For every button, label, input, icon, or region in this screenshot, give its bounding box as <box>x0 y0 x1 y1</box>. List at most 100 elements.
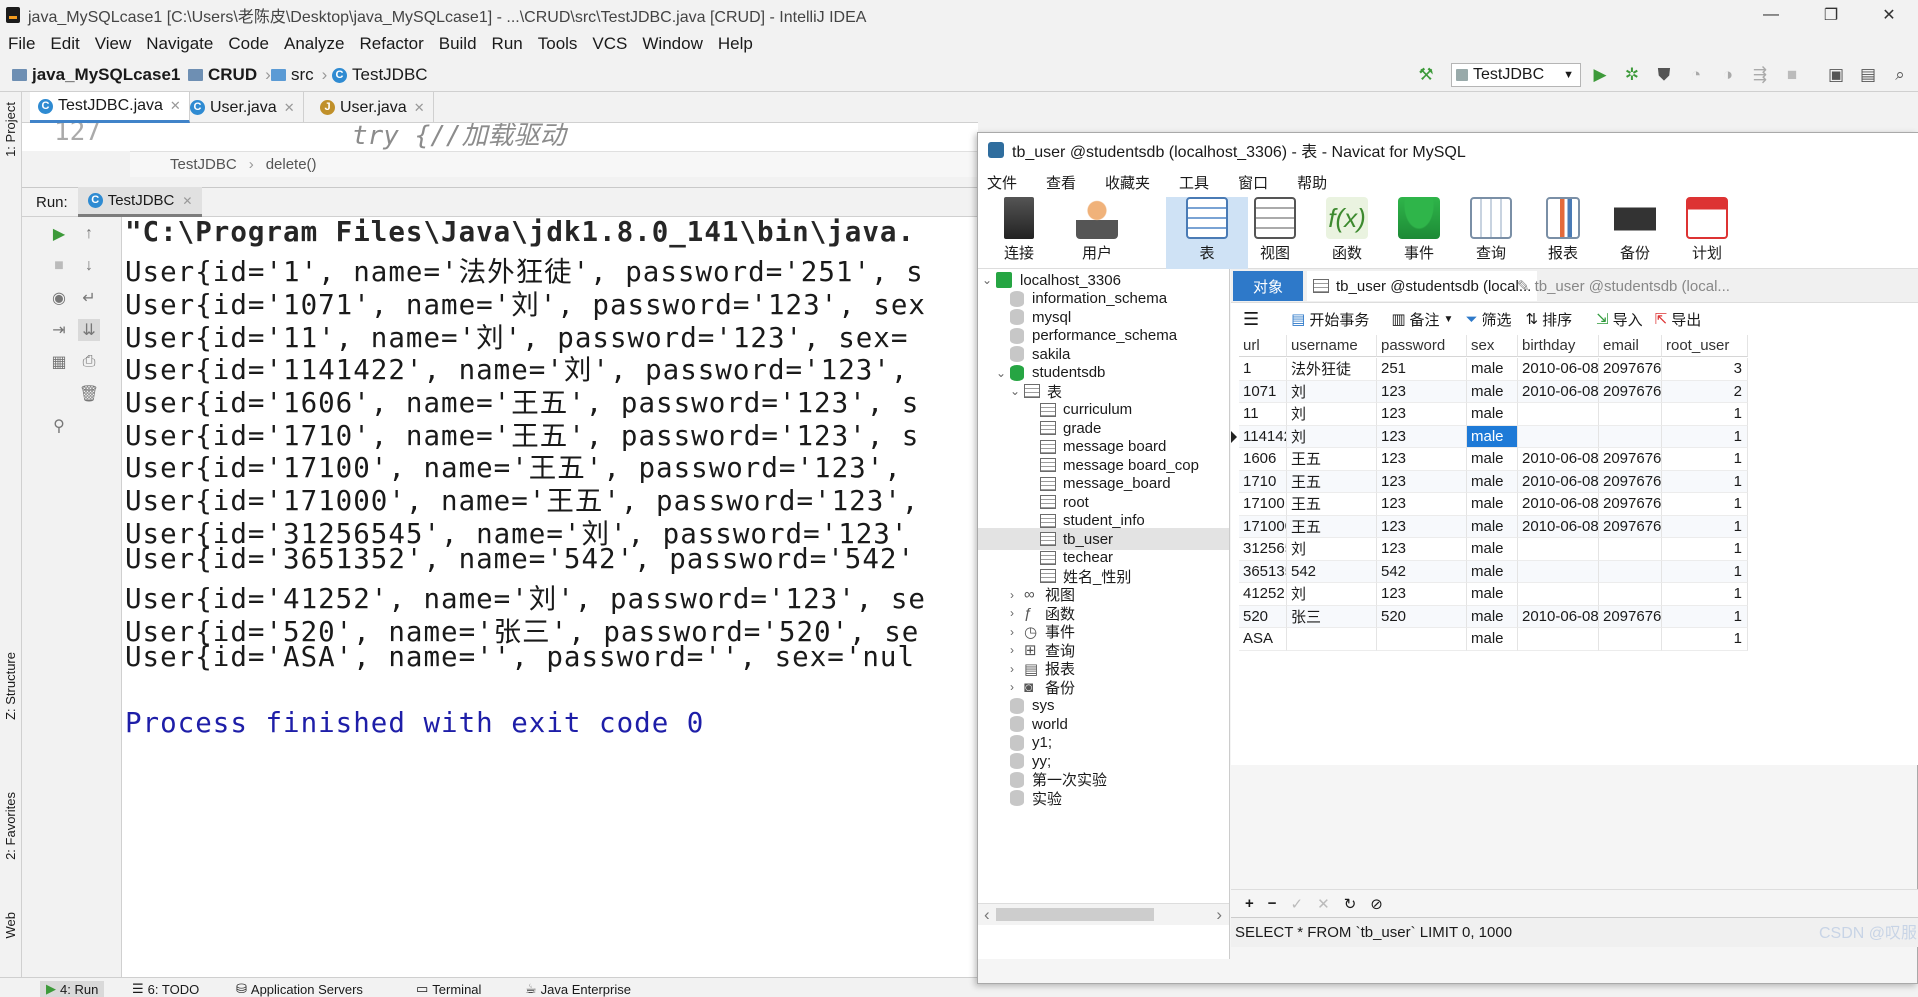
menu-file[interactable]: File <box>8 34 35 54</box>
grid-cell[interactable]: male <box>1467 515 1518 538</box>
grid-cell[interactable]: 1710 <box>1239 470 1287 493</box>
grid-cell[interactable] <box>1599 425 1662 448</box>
grid-cell[interactable]: 520 <box>1377 605 1467 628</box>
grid-cell[interactable]: 王五 <box>1287 493 1377 516</box>
restore-button[interactable]: ❐ <box>1808 0 1854 29</box>
wrap-icon[interactable]: ↵ <box>78 287 100 309</box>
grid-cell[interactable]: male <box>1467 358 1518 381</box>
tab-tb-user[interactable]: tb_user @studentsdb (local... <box>1307 271 1538 301</box>
grid-cell[interactable] <box>1599 628 1662 651</box>
web-tool-tab[interactable]: Web <box>3 912 18 939</box>
begin-transaction-button[interactable]: ▤ 开始事务 <box>1291 309 1369 330</box>
column-header[interactable]: birthday <box>1518 335 1599 357</box>
events-button[interactable]: 事件 <box>1378 197 1460 269</box>
apply-button[interactable]: ✓ <box>1291 895 1304 913</box>
grid-cell[interactable]: male <box>1467 448 1518 471</box>
login-icon[interactable]: ⇥ <box>48 319 70 341</box>
search-icon[interactable]: ⌕ <box>1890 65 1910 85</box>
menu-favorites[interactable]: 收藏夹 <box>1105 172 1150 193</box>
grid-cell[interactable] <box>1518 403 1599 426</box>
menu-view[interactable]: 查看 <box>1046 172 1076 193</box>
grid-cell[interactable] <box>1599 403 1662 426</box>
tab-testjdbc[interactable]: C TestJDBC.java ✕ <box>30 92 190 123</box>
build-hammer-icon[interactable]: ⚒ <box>1416 65 1436 85</box>
rerun-icon[interactable]: ▶ <box>48 223 70 245</box>
grid-cell[interactable]: male <box>1467 538 1518 561</box>
grid-cell[interactable]: 1 <box>1662 628 1748 651</box>
close-button[interactable]: ✕ <box>1866 0 1912 29</box>
frame-icon[interactable]: ▤ <box>1858 65 1878 85</box>
grid-cell[interactable]: 123 <box>1377 493 1467 516</box>
camera-icon[interactable]: ◉ <box>48 287 70 309</box>
grid-cell[interactable]: 20976762: <box>1599 448 1662 471</box>
grid-cell[interactable]: 1 <box>1662 493 1748 516</box>
stop-icon[interactable]: ■ <box>1782 65 1802 85</box>
functions-button[interactable]: f(x) 函数 <box>1306 197 1388 269</box>
reports-button[interactable]: 报表 <box>1522 197 1604 269</box>
grid-cell[interactable] <box>1518 538 1599 561</box>
close-tab-icon[interactable]: ✕ <box>414 100 425 116</box>
scroll-right-icon[interactable]: › <box>1216 905 1222 925</box>
grid-cell[interactable]: 542 <box>1377 560 1467 583</box>
grid-cell[interactable]: 2010-06-08 <box>1518 358 1599 381</box>
grid-cell[interactable]: 20976762: <box>1599 358 1662 381</box>
grid-cell[interactable]: 2010-06-08 <box>1518 380 1599 403</box>
scroll-left-icon[interactable]: ‹ <box>984 905 990 925</box>
connect-button[interactable]: 连接 <box>978 197 1060 269</box>
menu-run[interactable]: Run <box>492 34 523 54</box>
grid-cell[interactable]: male <box>1467 493 1518 516</box>
grid-cell[interactable]: 2010-06-08 <box>1518 515 1599 538</box>
grid-cell[interactable]: 123 <box>1377 538 1467 561</box>
grid-cell[interactable]: 123 <box>1377 515 1467 538</box>
grid-cell[interactable]: 2010-06-08 <box>1518 605 1599 628</box>
tab-tb-user-design[interactable]: ✎ tb_user @studentsdb (local... <box>1511 271 1736 301</box>
terminal-tool-button[interactable]: ▭ Terminal <box>416 981 481 997</box>
attach-icon[interactable]: ◑ <box>1718 65 1738 85</box>
grid-cell[interactable]: 1 <box>1662 425 1748 448</box>
backup-button[interactable]: 备份 <box>1594 197 1676 269</box>
menu-icon[interactable]: ☰ <box>1243 309 1259 330</box>
grid-cell[interactable] <box>1599 538 1662 561</box>
grid-cell[interactable] <box>1518 425 1599 448</box>
column-header[interactable]: sex <box>1467 335 1518 357</box>
tree-horizontal-scrollbar[interactable]: ‹ › <box>978 903 1229 925</box>
step-icon[interactable]: ⇶ <box>1750 65 1770 85</box>
grid-cell[interactable]: 张三 <box>1287 605 1377 628</box>
grid-cell[interactable]: male <box>1467 583 1518 606</box>
run-icon[interactable]: ▶ <box>1590 65 1610 85</box>
grid-cell[interactable]: 1 <box>1662 448 1748 471</box>
menu-edit[interactable]: Edit <box>50 34 79 54</box>
grid-cell[interactable]: 1071 <box>1239 380 1287 403</box>
menu-help[interactable]: 帮助 <box>1297 172 1327 193</box>
grid-cell[interactable]: male <box>1467 560 1518 583</box>
project-structure-icon[interactable]: ▣ <box>1826 65 1846 85</box>
app-servers-tool-button[interactable]: ⛁ Application Servers <box>236 981 363 997</box>
grid-cell[interactable]: male <box>1467 425 1518 448</box>
grid-cell[interactable]: 刘 <box>1287 583 1377 606</box>
grid-cell[interactable]: 刘 <box>1287 538 1377 561</box>
pin-icon[interactable]: ⚲ <box>48 415 70 437</box>
menu-window[interactable]: 窗口 <box>1238 172 1268 193</box>
grid-cell[interactable]: 312565 <box>1239 538 1287 561</box>
grid-cell[interactable]: 114142 <box>1239 425 1287 448</box>
menu-view[interactable]: View <box>95 34 132 54</box>
menu-code[interactable]: Code <box>228 34 269 54</box>
menu-file[interactable]: 文件 <box>987 172 1017 193</box>
project-tool-tab[interactable]: 1: Project <box>3 102 18 157</box>
grid-cell[interactable]: 刘 <box>1287 425 1377 448</box>
grid-cell[interactable]: 刘 <box>1287 403 1377 426</box>
scroll-end-icon[interactable]: ⇊ <box>78 319 100 341</box>
breadcrumb-folder[interactable]: src › <box>271 58 327 92</box>
comment-button[interactable]: ▥ 备注 ▼ <box>1391 309 1453 330</box>
grid-cell[interactable]: 王五 <box>1287 515 1377 538</box>
grid-cell[interactable]: 1 <box>1662 560 1748 583</box>
grid-cell[interactable]: 41252 <box>1239 583 1287 606</box>
grid-cell[interactable]: male <box>1467 605 1518 628</box>
grid-cell[interactable] <box>1287 628 1377 651</box>
grid-cell[interactable]: 123 <box>1377 380 1467 403</box>
grid-cell[interactable]: 2 <box>1662 380 1748 403</box>
menu-vcs[interactable]: VCS <box>592 34 627 54</box>
todo-tool-button[interactable]: ☰ 6: TODO <box>132 981 199 997</box>
grid-cell[interactable]: 2010-06-08 <box>1518 493 1599 516</box>
menu-build[interactable]: Build <box>439 34 477 54</box>
